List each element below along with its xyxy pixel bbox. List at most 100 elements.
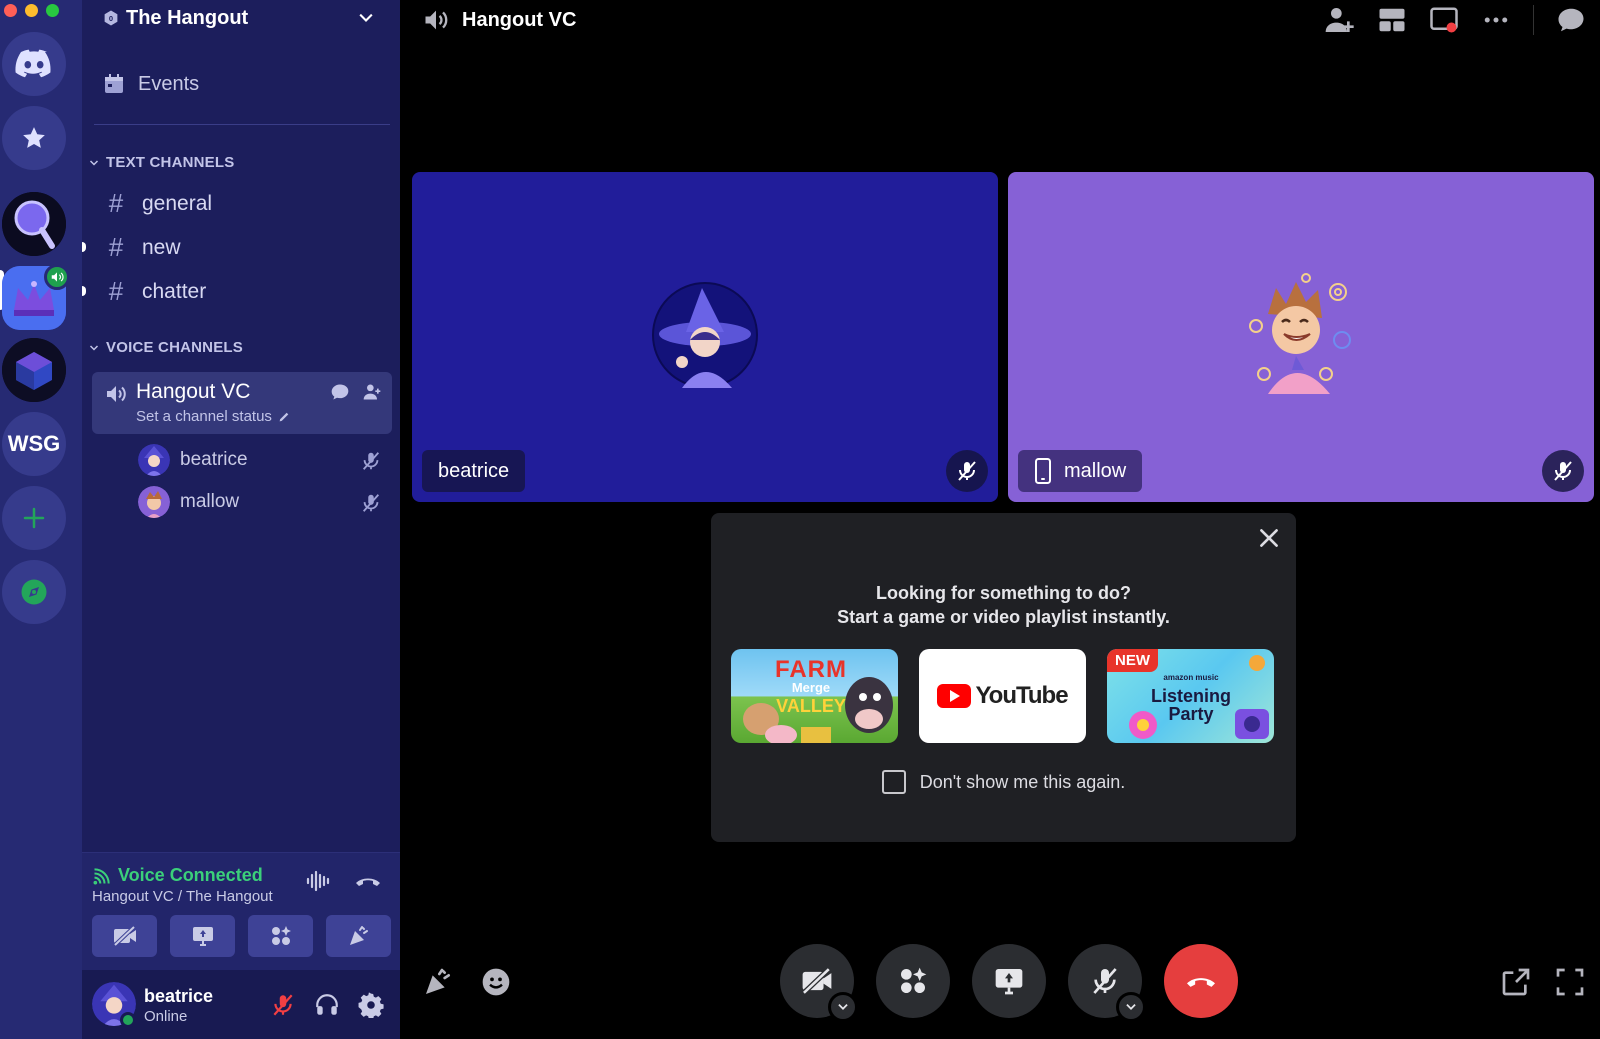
speaker-icon — [107, 386, 126, 402]
soundboard-icon[interactable] — [422, 966, 454, 998]
headphones-icon[interactable] — [314, 992, 340, 1018]
voice-channel-actions — [330, 382, 382, 402]
muted-mic-icon[interactable] — [270, 992, 296, 1018]
server-header[interactable]: 0 The Hangout — [82, 0, 400, 36]
farm-logo: FARM Merge VALLEY — [775, 656, 847, 716]
noise-suppression-icon[interactable] — [306, 869, 332, 893]
dont-show-checkbox[interactable] — [881, 770, 906, 794]
leave-call-button[interactable] — [1164, 944, 1238, 1018]
chat-bubble-icon[interactable] — [330, 382, 350, 402]
mobile-phone-icon — [1035, 458, 1051, 484]
channel-name: new — [142, 235, 181, 259]
youtube-play-icon — [937, 684, 972, 708]
user-panel: beatrice Online — [82, 970, 400, 1039]
mic-options-button[interactable] — [1116, 992, 1146, 1022]
voice-channel-hangout-vc[interactable]: Hangout VC Set a channel status — [92, 372, 392, 434]
soundboard-button[interactable] — [326, 915, 391, 957]
server-magnifier[interactable] — [2, 192, 66, 256]
voice-channel-name: Hangout VC — [136, 380, 251, 403]
cube-avatar-icon — [2, 338, 66, 402]
voice-member-beatrice[interactable]: beatrice — [138, 444, 248, 476]
chevron-down-icon — [89, 344, 99, 351]
bottom-left-actions — [422, 966, 512, 998]
channel-sidebar: 0 The Hangout Events TEXT CHANNELS # gen… — [82, 0, 400, 1039]
share-screen-button[interactable] — [972, 944, 1046, 1018]
camera-off-button[interactable] — [92, 915, 157, 957]
svg-text:0: 0 — [109, 14, 113, 23]
popup-line-2: Start a game or video playlist instantly… — [837, 607, 1170, 627]
add-friend-icon[interactable] — [1323, 4, 1355, 36]
text-channels-category[interactable]: TEXT CHANNELS — [88, 154, 234, 171]
activities-call-button[interactable] — [876, 944, 950, 1018]
hashtag-icon: # — [108, 276, 124, 306]
magnifier-avatar-icon — [2, 192, 66, 256]
layout-grid-icon[interactable] — [1377, 5, 1407, 35]
server-cube[interactable] — [2, 338, 66, 402]
channel-general[interactable]: # general — [104, 188, 212, 219]
camera-options-button[interactable] — [828, 992, 858, 1022]
user-name[interactable]: beatrice — [144, 986, 213, 1007]
voice-location[interactable]: Hangout VC / The Hangout — [92, 888, 273, 905]
more-options-icon[interactable] — [1481, 5, 1511, 35]
screen-share-icon — [995, 969, 1023, 995]
server-guide-icon: 0 — [104, 10, 118, 26]
member-name: mallow — [180, 491, 240, 512]
channel-chatter[interactable]: # chatter — [104, 276, 206, 307]
add-server-button[interactable] — [2, 486, 66, 550]
set-channel-status[interactable]: Set a channel status — [136, 408, 291, 425]
listening-party-logo: amazon music Listening Party — [1151, 673, 1231, 724]
mic-toggle-button[interactable] — [1068, 944, 1146, 1022]
discover-button[interactable] — [2, 560, 66, 624]
muted-mic-icon — [362, 452, 380, 470]
disconnect-icon[interactable] — [354, 869, 382, 893]
activity-listening-party[interactable]: NEW amazon music Listening Party — [1107, 649, 1274, 743]
fullscreen-icon[interactable] — [1554, 966, 1586, 998]
chevron-down-icon — [1126, 1004, 1136, 1010]
compass-icon — [21, 579, 47, 605]
pop-out-icon[interactable] — [1500, 966, 1532, 998]
voice-channels-category[interactable]: VOICE CHANNELS — [88, 339, 243, 356]
unread-indicator — [82, 242, 86, 252]
chevron-down-icon — [89, 159, 99, 166]
screen-share-button[interactable] — [170, 915, 235, 957]
participant-tile-beatrice[interactable]: beatrice — [412, 172, 998, 502]
call-header: Hangout VC — [400, 0, 1600, 40]
voice-member-mallow[interactable]: mallow — [138, 486, 239, 518]
window-controls — [4, 4, 59, 17]
chat-bubble-icon[interactable] — [1556, 5, 1586, 35]
hashtag-icon: # — [108, 232, 124, 262]
server-wsg[interactable]: WSG — [2, 412, 66, 476]
minimize-window-button[interactable] — [25, 4, 38, 17]
dont-show-again[interactable]: Don't show me this again. — [711, 770, 1296, 794]
participant-name: beatrice — [438, 459, 510, 482]
camera-toggle-button[interactable] — [780, 944, 858, 1022]
zoom-window-button[interactable] — [46, 4, 59, 17]
activity-farm-merge-valley[interactable]: FARM Merge VALLEY — [731, 649, 898, 743]
favorites-button[interactable] — [2, 106, 66, 170]
server-crown[interactable] — [2, 264, 70, 330]
close-icon[interactable] — [1256, 525, 1282, 551]
chevron-down-icon[interactable] — [356, 8, 376, 28]
close-window-button[interactable] — [4, 4, 17, 17]
hashtag-icon: # — [108, 188, 124, 218]
muted-mic-icon — [958, 461, 976, 481]
channel-title: Hangout VC — [422, 6, 576, 34]
camera-off-icon — [802, 967, 832, 995]
speaker-icon — [425, 10, 448, 30]
activity-youtube[interactable]: YouTube — [919, 649, 1086, 743]
picture-in-picture-icon[interactable] — [1429, 5, 1459, 35]
user-status: Online — [144, 1008, 188, 1025]
discord-home-button[interactable] — [2, 32, 66, 96]
invite-member-icon[interactable] — [362, 382, 382, 402]
bottom-right-actions — [1500, 966, 1586, 998]
voice-connected-status[interactable]: Voice Connected — [92, 865, 263, 886]
participant-avatar — [652, 282, 758, 388]
activities-button[interactable] — [248, 915, 313, 957]
events-item[interactable]: Events — [102, 72, 199, 96]
participant-tile-mallow[interactable]: mallow — [1008, 172, 1594, 502]
emoji-icon[interactable] — [480, 966, 512, 998]
pencil-icon — [279, 412, 289, 422]
channel-new[interactable]: # new — [104, 232, 181, 263]
voice-active-badge — [44, 264, 70, 290]
gear-icon[interactable] — [358, 992, 384, 1018]
